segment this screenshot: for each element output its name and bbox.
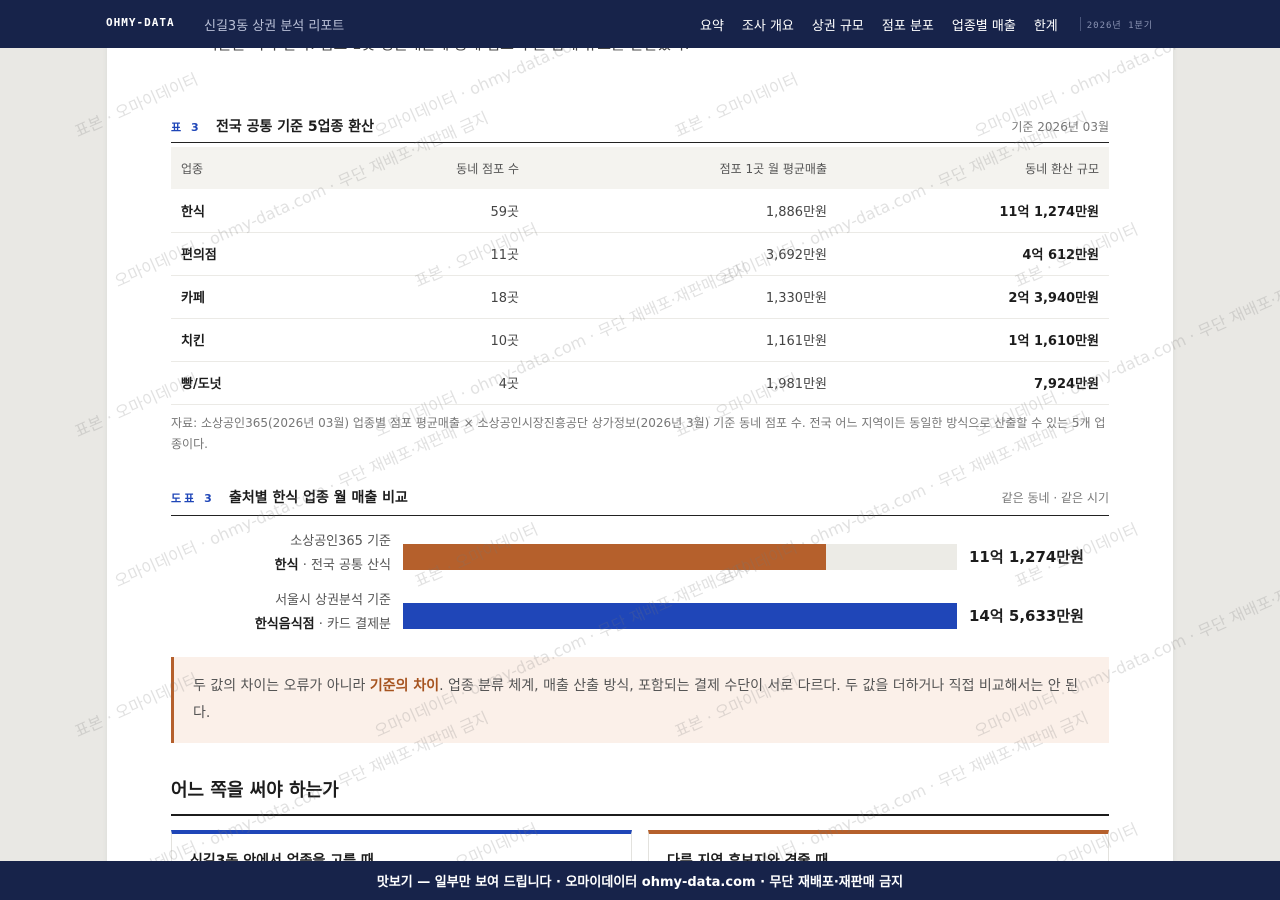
cell-stores: 11곳 [291,232,529,276]
which-to-use-heading: 어느 쪽을 써야 하는가 [171,776,1109,816]
table-row: 한식 59곳 1,886만원 11억 1,274만원 [171,189,1109,233]
bar-method-label: · 카드 결제분 [318,617,391,632]
figure3-note: 같은 동네 · 같은 시기 [1001,491,1109,505]
preview-banner: 맛보기 — 일부만 보여 드립니다 · 오마이데이터 ohmy-data.com… [0,861,1280,900]
bar-value: 14억 5,633만원 [969,607,1084,625]
cell-scale: 2억 3,940만원 [837,275,1109,319]
cell-category: 치킨 [171,318,291,362]
bar-fill-seoul [403,603,957,629]
nav-item-store-distribution[interactable]: 점포 분포 [882,15,934,34]
table3-title: 전국 공통 기준 5업종 환산 [216,119,375,135]
cell-scale: 1억 1,610만원 [837,318,1109,362]
table-row: 빵/도넛 4곳 1,981만원 7,924만원 [171,361,1109,405]
cell-scale: 11억 1,274만원 [837,189,1109,233]
bar-source-label: 소상공인365 기준 [290,534,391,549]
cell-category: 빵/도넛 [171,361,291,405]
bar-track [403,603,957,629]
bar-label: 서울시 상권분석 기준 한식음식점 · 카드 결제분 [255,589,391,637]
col-header-category: 업종 [171,147,291,189]
nav-divider [1079,17,1081,31]
cell-category: 한식 [171,189,291,233]
bar-track [403,544,957,570]
cell-avg-sales: 1,330만원 [529,275,837,319]
bar-row-seoul: 서울시 상권분석 기준 한식음식점 · 카드 결제분 14억 5,633만원 [171,589,1109,641]
col-header-stores: 동네 점포 수 [291,147,529,189]
nav-item-sales-by-category[interactable]: 업종별 매출 [952,15,1016,34]
nav-item-summary[interactable]: 요약 [700,15,724,34]
cell-stores: 10곳 [291,318,529,362]
callout-emphasis: 기준의 차이 [369,678,440,694]
table3-header: 표 3 전국 공통 기준 5업종 환산 기준 2026년 03월 [171,113,1109,143]
bar-source-label: 서울시 상권분석 기준 [275,593,391,608]
cell-category: 카페 [171,275,291,319]
bar-fill-sbiz365 [403,544,827,570]
table3-date-note: 기준 2026년 03월 [1011,120,1109,134]
category-scale-table: 업종 동네 점포 수 점포 1곳 월 평균매출 동네 환산 규모 한식 59곳 … [171,147,1109,405]
table-row: 편의점 11곳 3,692만원 4억 612만원 [171,232,1109,276]
bar-label: 소상공인365 기준 한식 · 전국 공통 산식 [275,530,391,578]
table-row: 치킨 10곳 1,161만원 1억 1,610만원 [171,318,1109,362]
bar-method-label: · 전국 공통 산식 [302,558,391,573]
brand-logo[interactable]: OHMY-DATA [106,16,175,29]
figure3-title: 출처별 한식 업종 월 매출 비교 [229,490,408,506]
report-title: 신길3동 상권 분석 리포트 [204,19,345,34]
table3-source-note: 자료: 소상공인365(2026년 03월) 업종별 점포 평균매출 × 소상공… [171,416,1106,451]
bar-category-label: 한식 [274,558,299,573]
cell-stores: 18곳 [291,275,529,319]
bar-category-label: 한식음식점 [254,617,315,632]
nav-item-overview[interactable]: 조사 개요 [742,15,794,34]
cell-stores: 4곳 [291,361,529,405]
figure3-tag: 도표 3 [171,492,215,505]
table3-tag: 표 3 [171,121,202,134]
difference-callout: 두 값의 차이는 오류가 아니라 기준의 차이. 업종 분류 체계, 매출 산출… [171,657,1109,743]
table-row: 카페 18곳 1,330만원 2억 3,940만원 [171,275,1109,319]
col-header-avg-sales: 점포 1곳 월 평균매출 [529,147,837,189]
nav-item-limitations[interactable]: 한계 [1034,15,1058,34]
cell-avg-sales: 3,692만원 [529,232,837,276]
table-header-row: 업종 동네 점포 수 점포 1곳 월 평균매출 동네 환산 규모 [171,147,1109,189]
cell-stores: 59곳 [291,189,529,233]
nav-item-market-size[interactable]: 상권 규모 [812,15,864,34]
figure3-header: 도표 3 출처별 한식 업종 월 매출 비교 같은 동네 · 같은 시기 [171,482,1109,516]
top-nav: OHMY-DATA 신길3동 상권 분석 리포트 요약 조사 개요 상권 규모 … [0,0,1280,48]
cell-avg-sales: 1,886만원 [529,189,837,233]
cell-category: 편의점 [171,232,291,276]
col-header-scale: 동네 환산 규모 [837,147,1109,189]
cell-scale: 7,924만원 [837,361,1109,405]
report-period: 2026년 1분기 [1086,20,1154,31]
cell-avg-sales: 1,981만원 [529,361,837,405]
section-nav: 요약 조사 개요 상권 규모 점포 분포 업종별 매출 한계 2026년 1분기 [700,0,1153,48]
bar-row-sbiz365: 소상공인365 기준 한식 · 전국 공통 산식 11억 1,274만원 [171,530,1109,582]
cell-avg-sales: 1,161만원 [529,318,837,362]
bar-value: 11억 1,274만원 [969,548,1084,566]
callout-text-before: 두 값의 차이는 오류가 아니라 [193,678,370,694]
cell-scale: 4억 612만원 [837,232,1109,276]
